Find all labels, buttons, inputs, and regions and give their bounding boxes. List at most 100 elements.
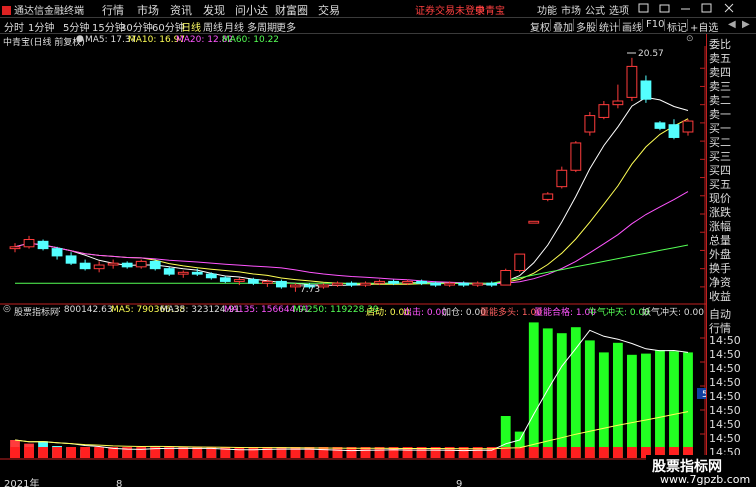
candle-body [247, 279, 259, 284]
menu-trade[interactable]: 交易 [318, 2, 340, 18]
menu-ask[interactable]: 问小达 [235, 2, 268, 18]
candle-body [500, 269, 512, 286]
tool-f10[interactable]: F10 [646, 19, 664, 30]
chevron-left-icon[interactable]: ◀ [728, 19, 736, 30]
menu-wealth[interactable]: 财富圈 [275, 2, 308, 18]
ind-yaoqi: 妖气冲天: 0.00 [642, 308, 704, 318]
candle-body [79, 262, 91, 270]
tick-item: 14:50 [709, 376, 741, 389]
volume-bar [584, 340, 595, 458]
signal-bar [332, 447, 343, 458]
candle-body [191, 271, 203, 275]
candle [275, 279, 287, 289]
signal-bar [248, 447, 259, 458]
low-annotation: 7.73 [300, 285, 320, 295]
candle [23, 235, 35, 249]
candle [472, 281, 484, 287]
menu-discover[interactable]: 发现 [203, 2, 225, 18]
candle-body [121, 262, 133, 268]
signal-bar [598, 447, 609, 458]
tool-adjust[interactable]: 复权 [530, 19, 550, 34]
period-toolbar: 分时 1分钟 5分钟 15分钟 30分钟 60分钟 日线 周线 月线 多周期 更… [0, 17, 756, 34]
options-button[interactable]: 选项 [609, 2, 629, 17]
menu-news[interactable]: 资讯 [170, 2, 192, 18]
ma20-line [14, 191, 689, 285]
low-label: 7.73 [300, 285, 320, 295]
candle-body [682, 120, 694, 133]
candle [528, 220, 540, 224]
stock-name-header: 中青宝 [475, 6, 505, 17]
tick-item: 14:50 [709, 404, 741, 417]
tool-stats[interactable]: 统计 [599, 19, 619, 34]
candle [654, 121, 666, 131]
layout-icon [638, 3, 649, 13]
candle-body [556, 169, 568, 188]
period-more[interactable]: 更多 [276, 19, 296, 34]
candle-body [107, 262, 119, 266]
period-week[interactable]: 周线 [203, 19, 223, 34]
tick-item: 14:50 [709, 432, 741, 445]
tool-draw[interactable]: 画线 [622, 19, 642, 34]
tool-multi-stock[interactable]: 多股 [576, 19, 596, 34]
menu-quotes[interactable]: 行情 [102, 2, 124, 18]
tool-mark[interactable]: 标记 [667, 19, 687, 34]
period-fenshi[interactable]: 分时 [4, 19, 24, 34]
tick-item: 14:50 [709, 418, 741, 431]
volume-bar [627, 354, 637, 458]
watermark: 股票指标网 www.7gpzb.com [646, 455, 756, 487]
candle-body [135, 260, 147, 268]
chevron-right-icon[interactable]: ▶ [742, 19, 750, 30]
candle [219, 275, 231, 284]
signal-bar [24, 447, 34, 458]
signal-bar [584, 447, 595, 458]
signal-bar [542, 447, 553, 458]
app-title-text: 通达信金融终端 [14, 6, 84, 17]
signal-bar [234, 447, 245, 458]
period-month[interactable]: 月线 [224, 19, 244, 34]
tick-item: 14:50 [709, 390, 741, 403]
candle-body [346, 282, 357, 286]
menu-market[interactable]: 市场 [137, 2, 159, 18]
formula-button[interactable]: 公式 [585, 2, 605, 17]
candle-body [584, 115, 596, 133]
ind-chuhuo: 出击: 0.00 [403, 308, 447, 318]
signal-bar [612, 447, 623, 458]
volume-bars [10, 322, 693, 458]
candle-body [65, 255, 77, 264]
volume-bar [598, 352, 609, 458]
signal-bar [38, 447, 48, 458]
func-button[interactable]: 功能 [537, 2, 557, 17]
tool-separator [664, 19, 665, 31]
candle [149, 259, 161, 271]
high-label: 20.57 [638, 49, 664, 59]
period-5min[interactable]: 5分钟 [63, 19, 89, 34]
indicator-legend: ◎ 股票指标网 : 800142.63 MA5: 790366.38 MA35:… [0, 304, 705, 318]
candle-body [430, 282, 442, 286]
market-button[interactable]: 市场 [561, 2, 581, 17]
candle-body [275, 280, 287, 288]
candle [626, 57, 638, 102]
tool-add-watchlist[interactable]: +自选 [690, 19, 718, 34]
period-multi[interactable]: 多周期 [247, 19, 277, 34]
candle [37, 239, 49, 251]
candle [542, 192, 554, 202]
chart-settings-icon[interactable]: ⊙ [686, 34, 694, 44]
candle-body [177, 271, 189, 275]
indicator-settings-icon[interactable]: ◎ [3, 304, 11, 314]
candle [360, 281, 371, 287]
candle-body [23, 239, 35, 248]
signal-bar [94, 447, 105, 458]
date-aug: 8 [116, 479, 122, 487]
candle-body [626, 65, 638, 98]
period-30min[interactable]: 30分钟 [120, 19, 153, 34]
candle [556, 166, 568, 189]
candle-body [528, 220, 540, 224]
period-60min[interactable]: 60分钟 [152, 19, 185, 34]
period-1min[interactable]: 1分钟 [28, 19, 54, 34]
period-day[interactable]: 日线 [181, 19, 201, 34]
candle [107, 259, 119, 269]
settings-icon[interactable]: ● [76, 34, 84, 44]
tool-overlay[interactable]: 叠加 [553, 19, 573, 34]
candle-body [37, 240, 49, 250]
date-sep: 9 [456, 479, 462, 487]
